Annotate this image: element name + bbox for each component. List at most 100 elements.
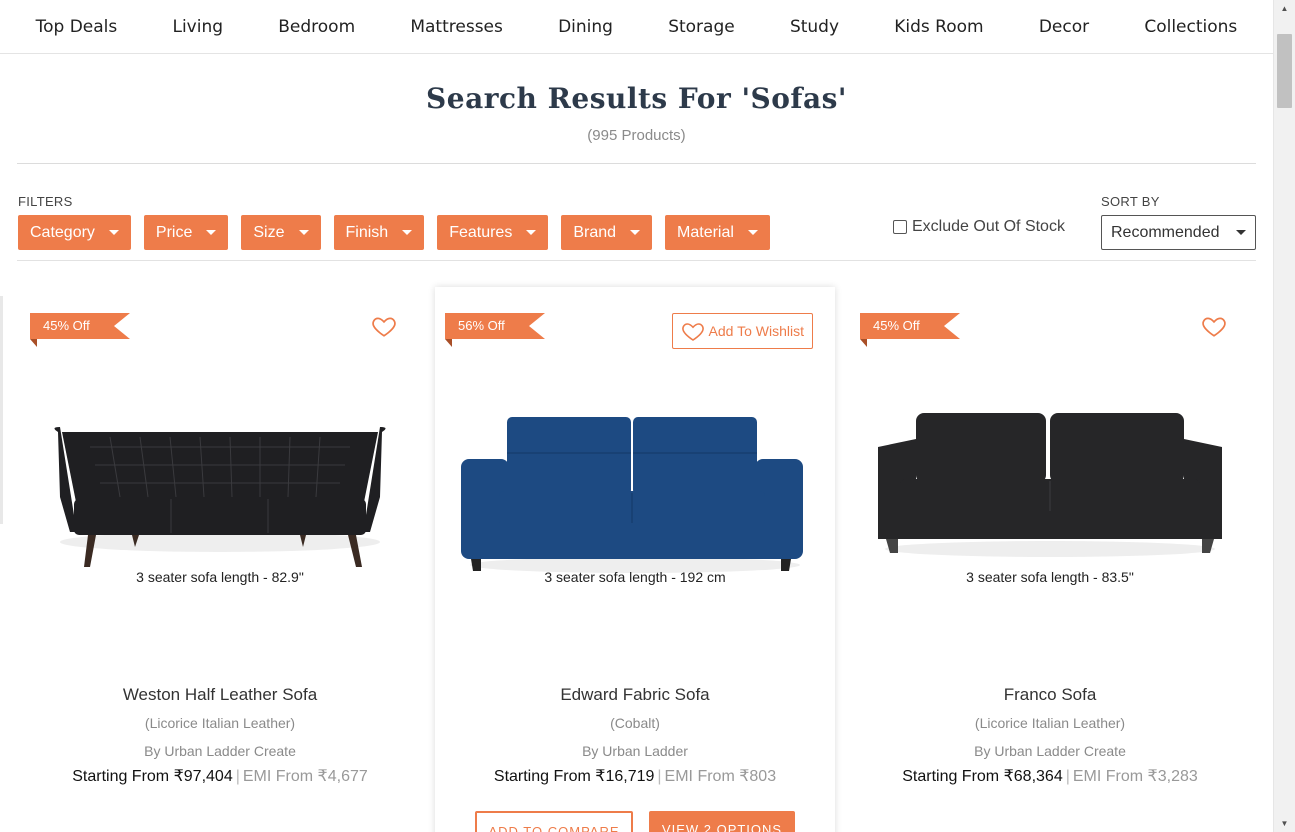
product-card[interactable]: 45% Off 3 seater sofa length - 82.9" Wes… xyxy=(20,287,420,832)
sofa-image[interactable] xyxy=(40,387,400,587)
filter-size[interactable]: Size xyxy=(241,215,321,250)
nav-storage[interactable]: Storage xyxy=(668,17,735,37)
sort-by-select[interactable]: Recommended xyxy=(1101,215,1256,250)
ribbon-fold xyxy=(445,339,452,347)
heart-outline-icon[interactable] xyxy=(371,313,397,339)
price-value: ₹16,719 xyxy=(595,768,655,785)
caret-down-icon xyxy=(206,230,217,235)
discount-ribbon: 45% Off xyxy=(30,313,130,339)
sofa-image[interactable] xyxy=(870,387,1230,587)
caret-down-icon xyxy=(747,230,758,235)
filter-brand[interactable]: Brand xyxy=(561,215,653,250)
product-variant: (Licorice Italian Leather) xyxy=(144,715,296,731)
emi-value: ₹4,677 xyxy=(317,768,368,785)
caret-down-icon xyxy=(526,230,537,235)
product-brand: By Urban Ladder Create xyxy=(144,743,296,759)
caret-down-icon xyxy=(402,230,413,235)
nav-study[interactable]: Study xyxy=(790,17,839,37)
price-label: Starting From xyxy=(493,768,591,785)
price-separator: | xyxy=(1065,768,1070,785)
filter-price-label: Price xyxy=(155,223,193,241)
page-scrollbar[interactable]: ▲ ▼ xyxy=(1273,0,1295,832)
product-price: Starting From ₹97,404 | EMI From ₹4,677 xyxy=(20,766,420,786)
nav-mattresses[interactable]: Mattresses xyxy=(410,17,503,37)
product-name[interactable]: Weston Half Leather Sofa xyxy=(20,685,420,705)
add-to-wishlist-label: Add To Wishlist xyxy=(708,323,804,339)
filter-finish-label: Finish xyxy=(345,223,389,241)
product-name[interactable]: Franco Sofa xyxy=(850,685,1250,705)
nav-kids-room[interactable]: Kids Room xyxy=(894,17,983,37)
sofa-length-note: 3 seater sofa length - 82.9" xyxy=(136,569,304,585)
heart-outline-icon xyxy=(681,323,704,341)
heart-outline-icon[interactable] xyxy=(1201,313,1227,339)
scroll-up-arrow-icon[interactable]: ▲ xyxy=(1274,4,1295,13)
exclude-out-of-stock[interactable]: Exclude Out Of Stock xyxy=(893,218,1065,236)
side-edge-tab xyxy=(0,296,3,524)
product-brand: By Urban Ladder xyxy=(582,743,688,759)
product-count: (995 Products) xyxy=(587,127,686,144)
add-to-compare-button[interactable]: ADD TO COMPARE xyxy=(475,811,633,832)
filter-category[interactable]: Category xyxy=(18,215,131,250)
emi-label: EMI From xyxy=(664,768,735,785)
price-value: ₹68,364 xyxy=(1003,768,1063,785)
scroll-down-arrow-icon[interactable]: ▼ xyxy=(1274,819,1295,828)
sofa-base xyxy=(878,511,1222,539)
nav-collections[interactable]: Collections xyxy=(1144,17,1237,37)
price-label: Starting From xyxy=(72,768,170,785)
price-value: ₹97,404 xyxy=(173,768,233,785)
exclude-out-of-stock-checkbox[interactable] xyxy=(893,220,907,234)
emi-label: EMI From xyxy=(242,768,314,785)
product-name[interactable]: Edward Fabric Sofa xyxy=(435,685,835,705)
price-label: Starting From xyxy=(902,768,1000,785)
caret-down-icon xyxy=(1236,230,1246,235)
ribbon-fold xyxy=(860,339,867,347)
filter-category-label: Category xyxy=(30,223,95,241)
product-variant: (Licorice Italian Leather) xyxy=(974,715,1126,731)
emi-label: EMI From xyxy=(1072,768,1144,785)
product-brand: By Urban Ladder Create xyxy=(974,743,1126,759)
product-variant: (Cobalt) xyxy=(610,715,660,731)
price-separator: | xyxy=(657,768,662,785)
nav-dining[interactable]: Dining xyxy=(558,17,613,37)
caret-down-icon xyxy=(630,230,641,235)
filter-bar: Category Price Size Finish Features Bran… xyxy=(18,215,770,250)
emi-value: ₹3,283 xyxy=(1147,768,1198,785)
filter-material-label: Material xyxy=(677,223,734,241)
product-card[interactable]: 45% Off 3 seater sofa length - 83.5" Fra… xyxy=(850,287,1250,832)
add-to-wishlist-button[interactable]: Add To Wishlist xyxy=(671,313,813,349)
product-price: Starting From ₹68,364 | EMI From ₹3,283 xyxy=(850,766,1250,786)
price-separator: | xyxy=(235,768,240,785)
view-options-button[interactable]: VIEW 2 OPTIONS xyxy=(649,811,795,832)
sofa-length-note: 3 seater sofa length - 192 cm xyxy=(544,569,726,585)
page-title: Search Results For 'Sofas' xyxy=(426,82,847,115)
sofa-back-cushion-right xyxy=(633,417,757,495)
nav-top-deals[interactable]: Top Deals xyxy=(36,17,118,37)
sofa-back-cushion-left xyxy=(507,417,631,495)
filters-label: FILTERS xyxy=(18,194,73,209)
filter-finish[interactable]: Finish xyxy=(333,215,425,250)
caret-down-icon xyxy=(108,230,119,235)
divider xyxy=(17,163,1256,164)
sofa-back-cushion-right xyxy=(1050,413,1184,483)
sofa-image[interactable] xyxy=(455,387,815,587)
caret-down-icon xyxy=(298,230,309,235)
discount-ribbon: 45% Off xyxy=(860,313,960,339)
filter-size-label: Size xyxy=(253,223,285,241)
top-navigation: Top Deals Living Bedroom Mattresses Dini… xyxy=(0,0,1273,54)
filter-price[interactable]: Price xyxy=(143,215,229,250)
sofa-seat xyxy=(74,499,366,535)
filter-brand-label: Brand xyxy=(573,223,617,241)
nav-bedroom[interactable]: Bedroom xyxy=(278,17,355,37)
filter-material[interactable]: Material xyxy=(665,215,770,250)
product-card[interactable]: 56% Off Add To Wishlist 3 seater sofa le… xyxy=(435,287,835,832)
scrollbar-thumb[interactable] xyxy=(1277,34,1292,108)
sofa-base xyxy=(499,523,765,559)
filter-features[interactable]: Features xyxy=(437,215,549,250)
exclude-out-of-stock-label: Exclude Out Of Stock xyxy=(912,218,1065,235)
sofa-back-cushion-left xyxy=(916,413,1046,483)
sort-by-label: SORT BY xyxy=(1101,194,1160,209)
sofa-length-note: 3 seater sofa length - 83.5" xyxy=(966,569,1134,585)
nav-decor[interactable]: Decor xyxy=(1039,17,1089,37)
nav-living[interactable]: Living xyxy=(172,17,223,37)
sort-by-value: Recommended xyxy=(1111,223,1220,241)
